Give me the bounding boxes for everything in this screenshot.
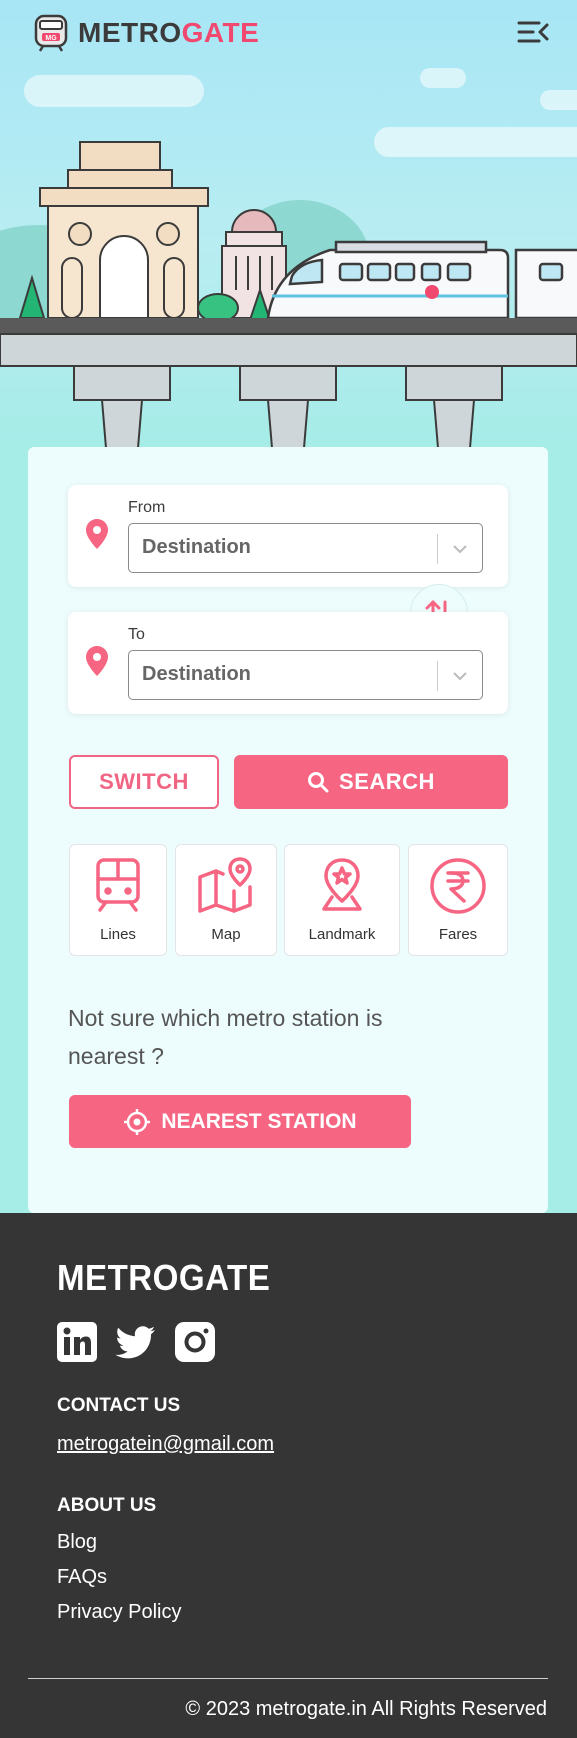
copyright-text: © 2023 metrogate.in All Rights Reserved [185,1698,547,1720]
footer-divider [28,1678,548,1679]
lines-tile[interactable]: Lines [69,844,167,956]
fares-label: Fares [438,926,478,943]
lines-label: Lines [100,926,136,943]
search-icon [308,772,329,793]
city-metro-illustration [0,141,577,448]
to-select[interactable]: Destination [128,650,483,700]
select-separator [437,661,438,691]
map-label: Map [211,926,241,943]
twitter-icon[interactable] [115,1322,157,1362]
from-label: From [128,499,166,516]
from-select-value: Destination [142,536,251,558]
select-separator [437,534,438,564]
footer-link-blog[interactable]: Blog [57,1531,97,1554]
switch-button[interactable]: SWITCH [69,755,219,809]
instagram-icon[interactable] [175,1322,215,1362]
about-heading: ABOUT US [57,1495,157,1516]
landmark-icon [322,858,362,911]
chevron-down-icon[interactable] [452,541,468,557]
footer-logo: METROGATE [57,1257,271,1298]
from-field-box: From Destination [68,485,508,587]
contact-heading: CONTACT US [57,1395,181,1416]
nearest-station-label: NEAREST STATION [161,1109,357,1133]
to-select-value: Destination [142,663,251,685]
chevron-down-icon[interactable] [452,668,468,684]
landmark-tile[interactable]: Landmark [284,844,400,956]
to-label: To [128,626,145,643]
footer-link-faqs[interactable]: FAQs [57,1566,107,1589]
nearest-station-button[interactable]: NEAREST STATION [69,1095,411,1148]
train-icon [96,858,140,912]
map-icon [198,857,252,913]
location-pin-icon [86,519,108,549]
search-button-label: SEARCH [339,769,435,794]
linkedin-icon[interactable] [57,1322,97,1362]
from-select[interactable]: Destination [128,523,483,573]
fares-tile[interactable]: Fares [408,844,508,956]
contact-email-link[interactable]: metrogatein@gmail.com [57,1433,274,1456]
hero-banner: MG METROGATE [0,0,577,448]
search-button[interactable]: SEARCH [234,755,508,809]
social-links [57,1322,215,1362]
footer: METROGATE CONTACT US metrogatein@gmail.c… [0,1213,577,1738]
landmark-label: Landmark [308,926,376,943]
to-field-box: To Destination [68,612,508,714]
location-pin-icon [86,646,108,676]
search-card: From Destination To Destination SWITCH S… [28,447,548,1213]
map-tile[interactable]: Map [175,844,277,956]
rupee-icon [430,858,486,914]
footer-link-privacy-policy[interactable]: Privacy Policy [57,1601,181,1624]
crosshair-icon [124,1108,151,1135]
nearest-station-prompt: Not sure which metro station is nearest … [68,1005,383,1069]
